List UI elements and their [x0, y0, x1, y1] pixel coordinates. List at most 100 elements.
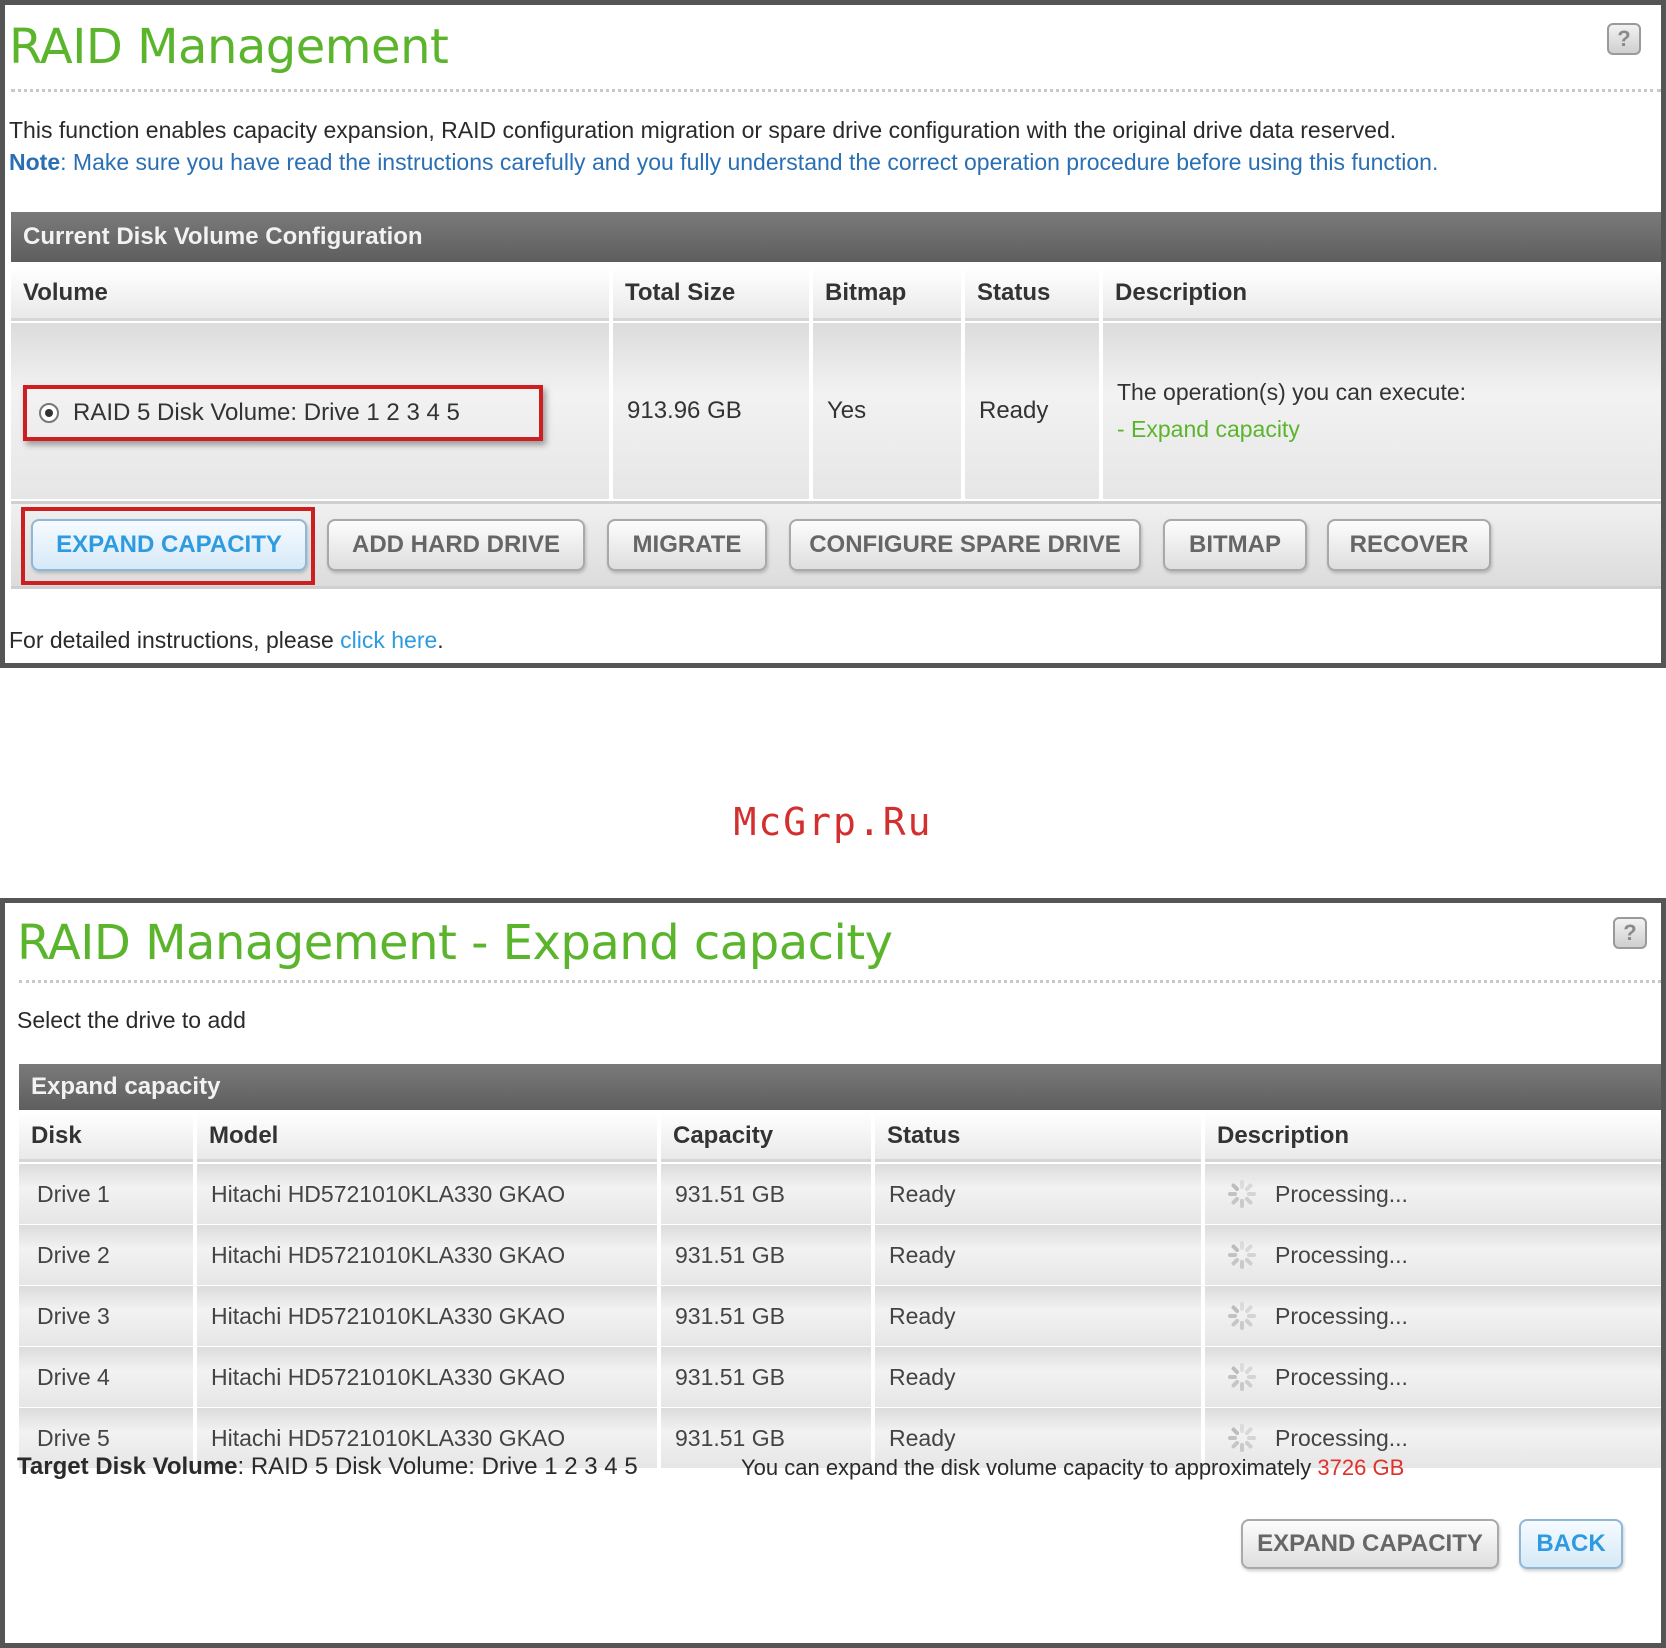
model-cell-text: Hitachi HD5721010KLA330 GKAO [211, 1180, 566, 1207]
col-bitmap: Bitmap [813, 267, 961, 321]
disk-cell-text: Drive 2 [37, 1241, 110, 1268]
status-cell: Ready [875, 1347, 1201, 1407]
volume-label: RAID 5 Disk Volume: Drive 1 2 3 4 5 [73, 399, 460, 426]
configure-spare-drive-button[interactable]: CONFIGURE SPARE DRIVE [789, 519, 1141, 571]
status-cell-text: Ready [889, 1241, 956, 1268]
spinner-icon [1227, 1240, 1257, 1270]
section-header: Current Disk Volume Configuration [11, 212, 1661, 262]
expand-note-text: You can expand the disk volume capacity … [741, 1455, 1318, 1480]
add-hard-drive-button[interactable]: ADD HARD DRIVE [327, 519, 585, 571]
disk-cell: Drive 1 [19, 1164, 193, 1224]
status-cell: Ready [965, 323, 1099, 499]
description-cell-text: Processing... [1275, 1241, 1408, 1268]
model-cell-text: Hitachi HD5721010KLA330 GKAO [211, 1241, 566, 1268]
capacity-cell: 931.51 GB [661, 1164, 871, 1224]
model-cell: Hitachi HD5721010KLA330 GKAO [197, 1164, 657, 1224]
disk-cell: Drive 2 [19, 1225, 193, 1285]
description-cell-text: Processing... [1275, 1363, 1408, 1390]
subtitle-text: Select the drive to add [17, 1007, 246, 1033]
description-cell: Processing... [1205, 1286, 1661, 1346]
capacity-cell: 931.51 GB [661, 1347, 871, 1407]
col-description: Description [1205, 1112, 1661, 1162]
footer-suffix: . [437, 627, 444, 653]
status-cell-text: Ready [889, 1302, 956, 1329]
spinner-icon [1227, 1423, 1257, 1453]
model-cell: Hitachi HD5721010KLA330 GKAO [197, 1286, 657, 1346]
col-volume: Volume [11, 267, 609, 321]
description-cell-text: Processing... [1275, 1424, 1408, 1451]
migrate-button[interactable]: MIGRATE [607, 519, 767, 571]
status-cell-text: Ready [889, 1363, 956, 1390]
model-cell-text: Hitachi HD5721010KLA330 GKAO [211, 1302, 566, 1329]
status-cell: Ready [875, 1164, 1201, 1224]
target-label: Target Disk Volume [17, 1453, 238, 1480]
status-cell-text: Ready [889, 1180, 956, 1207]
footer-prefix: For detailed instructions, please [9, 627, 341, 653]
description-cell-text: Processing... [1275, 1302, 1408, 1329]
click-here-link[interactable]: click here [340, 627, 437, 653]
spinner-icon [1227, 1179, 1257, 1209]
description-cell: Processing... [1205, 1347, 1661, 1407]
recover-button[interactable]: RECOVER [1327, 519, 1491, 571]
description-cell: Processing... [1205, 1225, 1661, 1285]
note-body: : Make sure you have read the instructio… [60, 149, 1439, 175]
total-size-cell: 913.96 GB [613, 323, 809, 499]
target-value: : RAID 5 Disk Volume: Drive 1 2 3 4 5 [237, 1453, 638, 1480]
model-cell: Hitachi HD5721010KLA330 GKAO [197, 1347, 657, 1407]
bitmap-cell: Yes [813, 323, 961, 499]
page-title: RAID Management [9, 19, 449, 75]
help-icon[interactable]: ? [1613, 917, 1647, 949]
disk-cell: Drive 3 [19, 1286, 193, 1346]
disk-cell: Drive 4 [19, 1347, 193, 1407]
title-divider [19, 980, 1661, 983]
col-status: Status [875, 1112, 1201, 1162]
model-cell-text: Hitachi HD5721010KLA330 GKAO [211, 1424, 566, 1451]
page-title: RAID Management - Expand capacity [17, 915, 893, 971]
status-cell: Ready [875, 1286, 1201, 1346]
intro-text: This function enables capacity expansion… [9, 117, 1397, 143]
model-cell-text: Hitachi HD5721010KLA330 GKAO [211, 1363, 566, 1390]
capacity-cell-text: 931.51 GB [675, 1424, 785, 1451]
description-cell-text: Processing... [1275, 1180, 1408, 1207]
description-line-1: The operation(s) you can execute: [1117, 379, 1467, 405]
disk-cell-text: Drive 1 [37, 1180, 110, 1207]
model-cell: Hitachi HD5721010KLA330 GKAO [197, 1225, 657, 1285]
col-total-size: Total Size [613, 267, 809, 321]
col-status: Status [965, 267, 1099, 321]
radio-selected-icon[interactable] [39, 403, 59, 423]
col-disk: Disk [19, 1112, 193, 1162]
status-cell-text: Ready [889, 1424, 956, 1451]
back-button[interactable]: BACK [1519, 1519, 1623, 1569]
section-header: Expand capacity [19, 1064, 1661, 1110]
footer-instructions: For detailed instructions, please click … [9, 627, 444, 654]
note-text: Note: Make sure you have read the instru… [9, 149, 1438, 176]
status-cell: Ready [875, 1225, 1201, 1285]
spinner-icon [1227, 1362, 1257, 1392]
expand-value: 3726 GB [1317, 1455, 1405, 1480]
capacity-cell: 931.51 GB [661, 1286, 871, 1346]
capacity-cell-text: 931.51 GB [675, 1241, 785, 1268]
help-icon[interactable]: ? [1607, 23, 1641, 55]
description-cell: Processing... [1205, 1164, 1661, 1224]
target-disk-volume: Target Disk Volume: RAID 5 Disk Volume: … [17, 1453, 638, 1481]
disk-cell-text: Drive 4 [37, 1363, 110, 1390]
capacity-cell-text: 931.51 GB [675, 1363, 785, 1390]
description-line-2: - Expand capacity [1117, 416, 1300, 442]
capacity-cell: 931.51 GB [661, 1225, 871, 1285]
col-capacity: Capacity [661, 1112, 871, 1162]
description-cell: The operation(s) you can execute: - Expa… [1103, 323, 1661, 499]
volume-radio-option[interactable]: RAID 5 Disk Volume: Drive 1 2 3 4 5 [23, 385, 543, 441]
bitmap-button[interactable]: BITMAP [1163, 519, 1307, 571]
capacity-cell-text: 931.51 GB [675, 1302, 785, 1329]
raid-management-panel: RAID Management ? This function enables … [0, 0, 1666, 668]
expand-capacity-button[interactable]: EXPAND CAPACITY [31, 519, 307, 571]
watermark-text: McGrp.Ru [733, 800, 933, 844]
expand-capacity-submit-button[interactable]: EXPAND CAPACITY [1241, 1519, 1499, 1569]
capacity-cell-text: 931.51 GB [675, 1180, 785, 1207]
note-label: Note [9, 149, 61, 175]
disk-cell-text: Drive 5 [37, 1424, 110, 1451]
title-divider [11, 89, 1661, 92]
spinner-icon [1227, 1301, 1257, 1331]
disk-cell-text: Drive 3 [37, 1302, 110, 1329]
col-description: Description [1103, 267, 1661, 321]
